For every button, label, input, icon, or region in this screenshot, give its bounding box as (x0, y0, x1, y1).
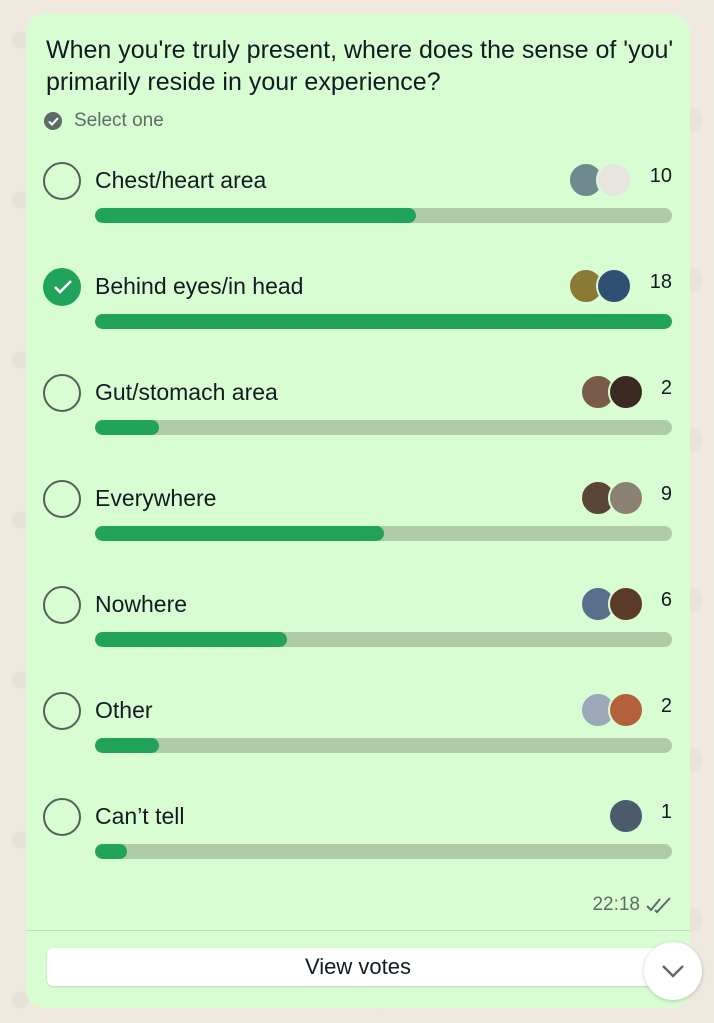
message-meta: 22:18 (592, 894, 672, 916)
poll-message-bubble: When you're truly present, where does th… (26, 14, 690, 1008)
vote-progress-fill (95, 526, 384, 541)
vote-progress-fill (95, 208, 416, 223)
poll-option-label: Nowhere (95, 591, 188, 617)
poll-option[interactable]: Everywhere 9 (26, 480, 690, 580)
poll-option-label: Chest/heart area (95, 167, 267, 193)
select-one-label: Select one (74, 110, 164, 131)
vote-count: 18 (649, 271, 672, 293)
vote-count: 10 (649, 165, 672, 187)
radio-button[interactable] (43, 480, 81, 518)
vote-progress-fill (95, 632, 288, 647)
vote-progress-bar (95, 844, 672, 859)
poll-option-label: Everywhere (95, 485, 217, 511)
radio-button[interactable] (43, 374, 81, 412)
poll-option[interactable]: Chest/heart area 10 (26, 162, 690, 262)
view-votes-label: View votes (305, 954, 411, 979)
radio-checked[interactable] (43, 268, 81, 306)
avatar (608, 586, 644, 622)
vote-count: 9 (660, 483, 672, 505)
avatar (608, 692, 644, 728)
avatar (596, 268, 632, 304)
vote-progress-bar (95, 526, 672, 541)
radio-button[interactable] (43, 586, 81, 624)
vote-count: 2 (660, 377, 672, 399)
vote-progress-bar (95, 314, 672, 329)
poll-option-label: Can’t tell (95, 803, 185, 829)
check-circle-icon (44, 112, 62, 130)
double-check-icon (646, 897, 671, 914)
vote-progress-fill (95, 314, 672, 329)
radio-button[interactable] (43, 692, 81, 730)
vote-count: 2 (660, 695, 672, 717)
poll-question: When you're truly present, where does th… (46, 36, 674, 96)
vote-progress-fill (95, 738, 160, 753)
view-votes-button[interactable]: View votes (47, 948, 669, 986)
vote-progress-fill (95, 844, 128, 859)
select-one-hint: Select one (44, 110, 164, 132)
divider (26, 930, 690, 931)
vote-progress-bar (95, 738, 672, 753)
poll-option-label: Gut/stomach area (95, 379, 278, 405)
vote-progress-fill (95, 420, 160, 435)
avatar (608, 798, 644, 834)
poll-option[interactable]: Gut/stomach area 2 (26, 374, 690, 474)
radio-button[interactable] (43, 798, 81, 836)
vote-progress-bar (95, 420, 672, 435)
poll-option[interactable]: Behind eyes/in head 18 (26, 268, 690, 368)
scroll-down-button[interactable] (644, 942, 702, 1000)
vote-progress-bar (95, 208, 672, 223)
message-timestamp: 22:18 (592, 894, 640, 915)
avatar (596, 162, 632, 198)
radio-button[interactable] (43, 162, 81, 200)
poll-option[interactable]: Can’t tell 1 (26, 798, 690, 898)
avatar (608, 374, 644, 410)
chevron-down-icon (662, 965, 684, 978)
checkmark-icon (54, 280, 72, 294)
poll-option[interactable]: Other 2 (26, 692, 690, 792)
avatar (608, 480, 644, 516)
poll-option[interactable]: Nowhere 6 (26, 586, 690, 686)
poll-option-label: Behind eyes/in head (95, 273, 304, 299)
poll-option-label: Other (95, 697, 153, 723)
vote-count: 6 (660, 589, 672, 611)
vote-count: 1 (660, 801, 672, 823)
vote-progress-bar (95, 632, 672, 647)
